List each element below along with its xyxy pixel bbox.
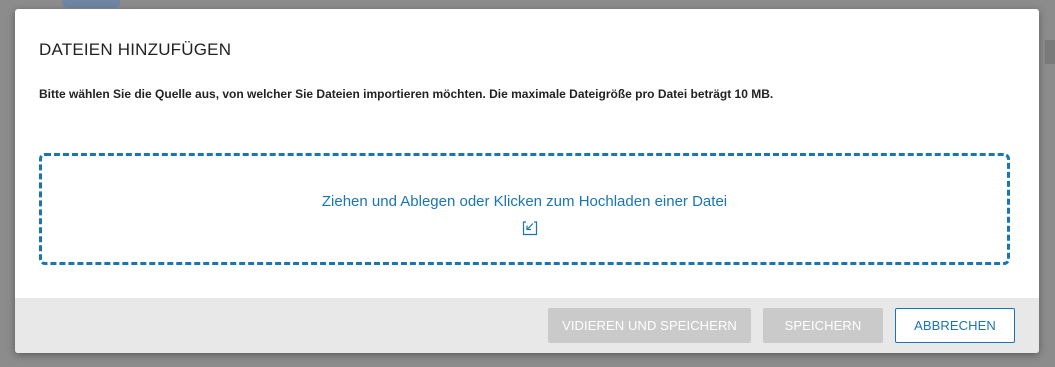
cancel-button[interactable]: ABBRECHEN — [895, 308, 1015, 343]
file-dropzone[interactable]: Ziehen und Ablegen oder Klicken zum Hoch… — [39, 153, 1010, 265]
dialog-title: DATEIEN HINZUFÜGEN — [39, 40, 232, 59]
add-files-dialog: DATEIEN HINZUFÜGEN Bitte wählen Sie die … — [15, 9, 1039, 353]
dialog-footer: VIDIEREN UND SPEICHERN SPEICHERN ABBRECH… — [15, 298, 1039, 353]
background-app-element — [1045, 40, 1055, 64]
dropzone-label: Ziehen und Ablegen oder Klicken zum Hoch… — [321, 193, 728, 210]
save-button[interactable]: SPEICHERN — [763, 308, 883, 343]
dialog-description: Bitte wählen Sie die Quelle aus, von wel… — [39, 87, 774, 101]
validate-and-save-button[interactable]: VIDIEREN UND SPEICHERN — [548, 308, 751, 343]
background-app-element — [62, 0, 120, 8]
upload-icon — [522, 221, 538, 236]
